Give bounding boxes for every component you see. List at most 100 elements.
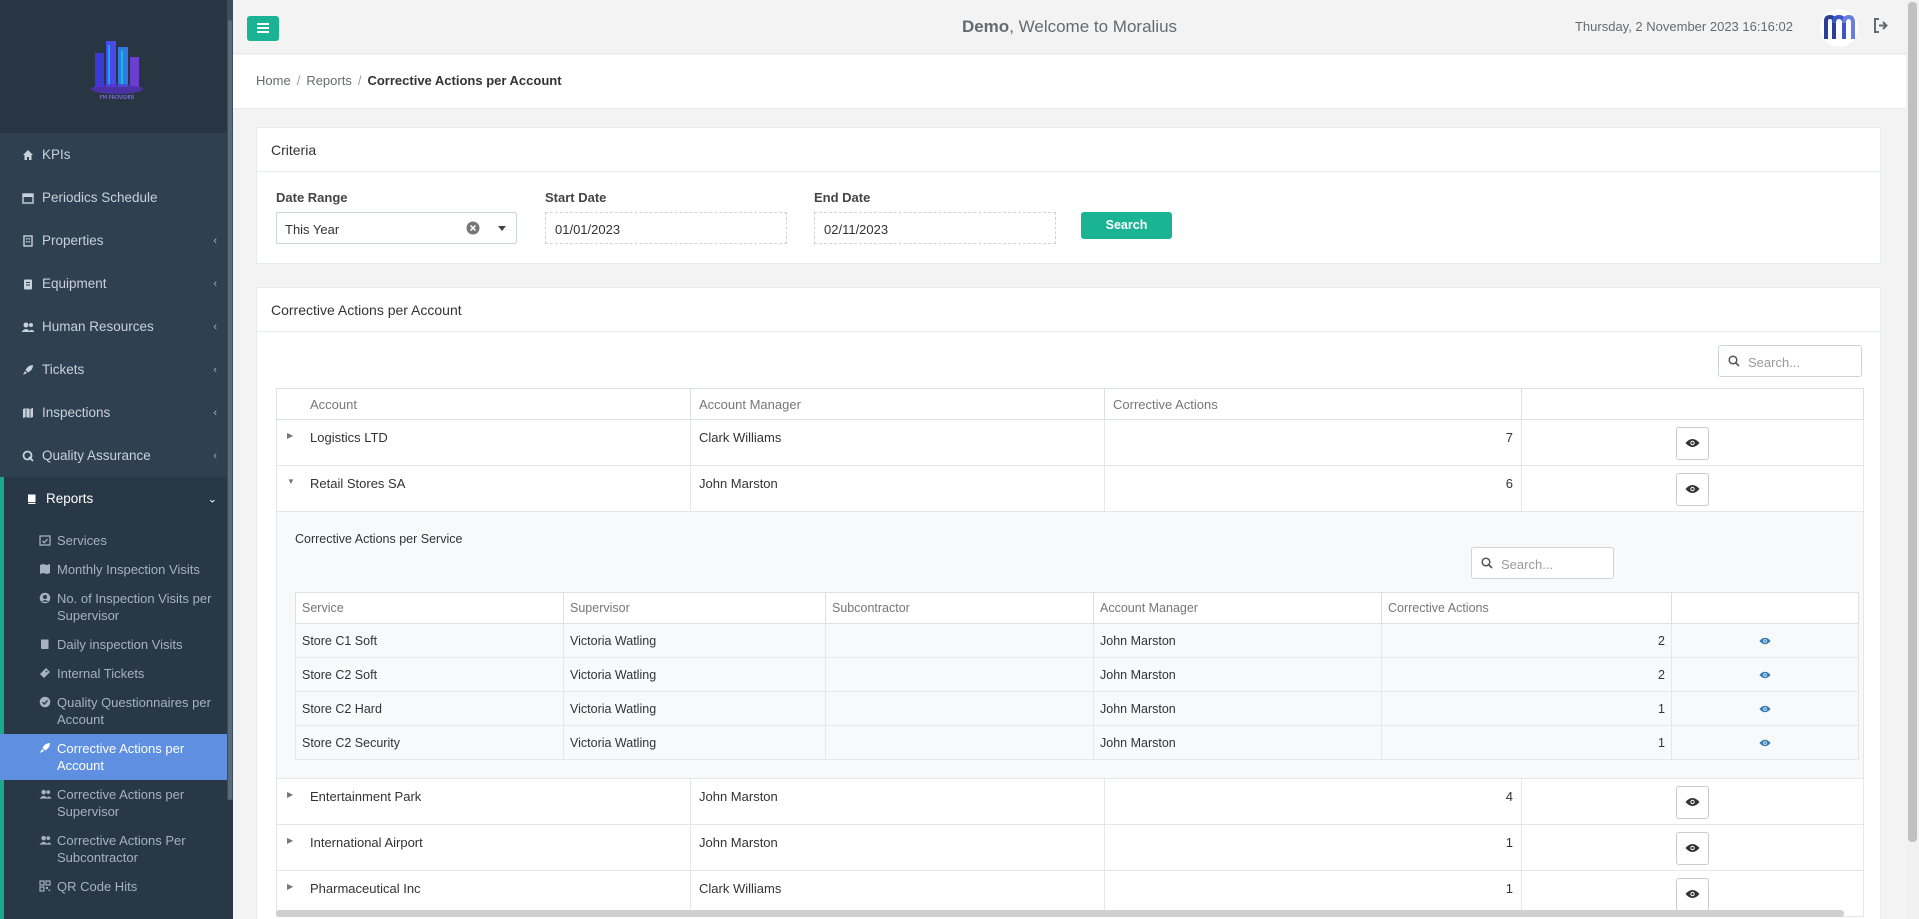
view-cell <box>1671 623 1859 658</box>
book-icon <box>39 638 52 651</box>
table-row[interactable]: Store C2 Hard Victoria Watling John Mars… <box>295 691 1859 726</box>
account-cell: ▼ Retail Stores SA <box>276 465 691 512</box>
sidebar-item-label: Tickets <box>42 362 85 377</box>
clear-icon[interactable] <box>466 221 480 238</box>
sidebar-item-periodics-schedule[interactable]: Periodics Schedule <box>0 176 233 219</box>
column-header-service[interactable]: Service <box>295 592 564 624</box>
table-row[interactable]: ▼ Retail Stores SA John Marston 6 <box>276 465 1864 512</box>
manager-cell: John Marston <box>1093 725 1382 760</box>
view-button[interactable] <box>1676 832 1709 865</box>
sidebar-item-label: KPIs <box>42 147 71 162</box>
sidebar-subitem-corrective-actions-per-account[interactable]: Corrective Actions per Account <box>0 734 233 780</box>
table-search-input[interactable]: Search... <box>1718 345 1862 377</box>
sidebar-item-human-resources[interactable]: Human Resources ‹ <box>0 305 233 348</box>
end-date-input[interactable]: 02/11/2023 <box>814 212 1056 244</box>
search-placeholder: Search... <box>1501 557 1554 572</box>
sidebar-item-tickets[interactable]: Tickets ‹ <box>0 348 233 391</box>
column-header-account-manager[interactable]: Account Manager <box>1093 592 1382 624</box>
sidebar-item-equipment[interactable]: Equipment ‹ <box>0 262 233 305</box>
criteria-title: Criteria <box>257 128 1880 172</box>
page-scrollbar-thumb[interactable] <box>1908 2 1917 842</box>
sidebar-item-label: Periodics Schedule <box>42 190 158 205</box>
date-range-select[interactable]: This Year <box>276 212 517 244</box>
sidebar-item-quality-assurance[interactable]: Quality Assurance ‹ <box>0 434 233 477</box>
start-date-input[interactable]: 01/01/2023 <box>545 212 787 244</box>
eye-icon <box>1685 795 1700 810</box>
sidebar-item-inspections[interactable]: Inspections ‹ <box>0 391 233 434</box>
sidebar-item-reports[interactable]: Reports ⌄ <box>0 477 233 520</box>
table-row[interactable]: Store C2 Security Victoria Watling John … <box>295 725 1859 760</box>
sidebar-nav: KPIs Periodics Schedule Properties ‹ Equ… <box>0 133 233 520</box>
sidebar-subitem-quality-questionnaires[interactable]: Quality Questionnaires per Account <box>4 688 233 734</box>
column-header-account-manager[interactable]: Account Manager <box>690 388 1105 420</box>
eye-icon[interactable] <box>1759 634 1771 648</box>
sidebar-subitem-inspection-visits-per-supervisor[interactable]: No. of Inspection Visits per Supervisor <box>4 584 233 630</box>
table-row[interactable]: ▶ Entertainment Park John Marston 4 <box>276 778 1864 825</box>
collapse-icon[interactable]: ▼ <box>287 477 295 486</box>
detail-search-input[interactable]: Search... <box>1471 547 1614 579</box>
start-date-label: Start Date <box>545 190 607 205</box>
actions-count-cell: 1 <box>1381 691 1672 726</box>
check-circle-icon <box>39 696 52 709</box>
breadcrumb-home[interactable]: Home <box>256 73 291 88</box>
criteria-panel: Criteria Date Range This Year Start Date… <box>256 127 1881 264</box>
sidebar-scrollbar-thumb[interactable] <box>228 20 232 800</box>
sidebar-subitem-monthly-inspection-visits[interactable]: Monthly Inspection Visits <box>4 555 233 584</box>
eye-icon[interactable] <box>1759 736 1771 750</box>
search-placeholder: Search... <box>1748 355 1801 370</box>
page-scrollbar[interactable] <box>1906 0 1919 919</box>
view-button[interactable] <box>1676 786 1709 819</box>
column-header-supervisor[interactable]: Supervisor <box>563 592 826 624</box>
caret-down-icon[interactable] <box>498 226 506 231</box>
sidebar-subitem-corrective-actions-per-subcontractor[interactable]: Corrective Actions Per Subcontractor <box>4 826 233 872</box>
column-header-corrective-actions[interactable]: Corrective Actions <box>1104 388 1522 420</box>
moralius-logo[interactable] <box>1820 9 1858 47</box>
sidebar-subitem-qr-code-hits[interactable]: QR Code Hits <box>4 872 233 901</box>
sidebar-subitem-corrective-actions-per-supervisor[interactable]: Corrective Actions per Supervisor <box>4 780 233 826</box>
book-icon <box>25 492 39 506</box>
chevron-left-icon: ‹ <box>213 277 217 290</box>
sidebar-subitem-services[interactable]: Services <box>4 526 233 555</box>
expand-icon[interactable]: ▶ <box>287 836 293 845</box>
expand-icon[interactable]: ▶ <box>287 882 293 891</box>
eye-icon[interactable] <box>1759 668 1771 682</box>
search-button[interactable]: Search <box>1081 212 1172 239</box>
sidebar-subitem-label: Quality Questionnaires per Account <box>57 695 211 727</box>
expand-icon[interactable]: ▶ <box>287 790 293 799</box>
breadcrumb: Home / Reports / Corrective Actions per Acco… <box>256 73 562 88</box>
actions-count-cell: 1 <box>1381 725 1672 760</box>
table-row[interactable]: ▶ Logistics LTD Clark Williams 7 <box>276 419 1864 466</box>
account-name: Pharmaceutical Inc <box>310 881 421 896</box>
table-row[interactable]: Store C2 Soft Victoria Watling John Mars… <box>295 657 1859 692</box>
view-button[interactable] <box>1676 473 1709 506</box>
breadcrumb-reports[interactable]: Reports <box>306 73 352 88</box>
sidebar-item-kpis[interactable]: KPIs <box>0 133 233 176</box>
subcontractor-cell <box>825 623 1094 658</box>
manager-cell: John Marston <box>690 465 1105 512</box>
view-button[interactable] <box>1676 427 1709 460</box>
column-header-corrective-actions[interactable]: Corrective Actions <box>1381 592 1672 624</box>
sidebar-item-properties[interactable]: Properties ‹ <box>0 219 233 262</box>
view-button[interactable] <box>1676 878 1709 911</box>
sidebar-scrollbar[interactable] <box>227 0 233 800</box>
table-row[interactable]: ▶ International Airport John Marston 1 <box>276 824 1864 871</box>
sidebar-subitem-internal-tickets[interactable]: Internal Tickets <box>4 659 233 688</box>
users-icon <box>39 834 52 847</box>
column-header-account[interactable]: Account <box>276 388 691 420</box>
service-cell: Store C2 Security <box>295 725 564 760</box>
breadcrumb-bar: Home / Reports / Corrective Actions per Acco… <box>233 55 1906 109</box>
sidebar-subitem-label: Services <box>57 533 107 548</box>
logout-icon[interactable] <box>1873 18 1889 36</box>
user-circle-icon <box>39 592 52 605</box>
date-range-value: This Year <box>285 222 340 237</box>
column-header-subcontractor[interactable]: Subcontractor <box>825 592 1094 624</box>
company-logo[interactable]: FM PROVIDER <box>81 31 153 103</box>
sidebar-subitem-label: QR Code Hits <box>57 879 138 894</box>
expand-icon[interactable]: ▶ <box>287 431 293 440</box>
search-icon <box>1481 557 1493 572</box>
sidebar-subitem-daily-inspection-visits[interactable]: Daily inspection Visits <box>4 630 233 659</box>
table-row[interactable]: Store C1 Soft Victoria Watling John Mars… <box>295 623 1859 658</box>
eye-icon[interactable] <box>1759 702 1771 716</box>
table-horizontal-scrollbar[interactable] <box>276 910 1844 917</box>
supervisor-cell: Victoria Watling <box>563 691 826 726</box>
